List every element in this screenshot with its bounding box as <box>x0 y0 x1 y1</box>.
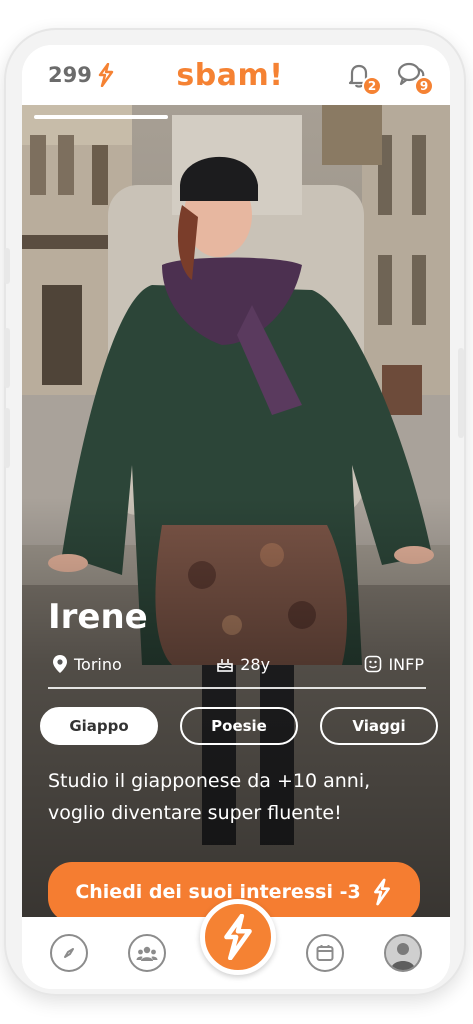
compass-icon <box>64 948 74 958</box>
calendar-icon <box>316 945 334 961</box>
coin-balance[interactable]: 299 <box>48 63 116 87</box>
avatar <box>386 936 420 970</box>
bolt-icon <box>373 878 390 906</box>
side-button <box>4 248 10 284</box>
smiley-icon <box>365 655 382 673</box>
sbam-action-button[interactable] <box>200 899 276 975</box>
coin-count: 299 <box>48 63 92 87</box>
age: 28y <box>216 654 270 674</box>
profile-meta: Torino 28y INFP <box>52 654 424 674</box>
tag-poesie[interactable]: Poesie <box>180 707 298 745</box>
side-button <box>4 408 10 468</box>
power-button <box>458 348 464 438</box>
personality: INFP <box>364 654 424 674</box>
nav-profile-avatar[interactable] <box>384 934 422 972</box>
interest-tags: Giappo Poesie Viaggi <box>40 707 438 745</box>
nav-events[interactable] <box>306 934 344 972</box>
app-logo: sbam! <box>176 57 284 93</box>
city-label: Torino <box>74 654 122 674</box>
age-label: 28y <box>240 654 271 674</box>
bolt-icon <box>98 63 114 87</box>
tag-giappo[interactable]: Giappo <box>40 707 158 745</box>
cake-icon <box>217 659 234 672</box>
notifications-button[interactable]: 2 <box>344 60 382 96</box>
tag-viaggi[interactable]: Viaggi <box>320 707 438 745</box>
nav-explore[interactable] <box>50 934 88 972</box>
bolt-icon <box>224 914 252 960</box>
location: Torino <box>52 654 122 674</box>
people-icon <box>136 946 158 961</box>
profile-photo-card[interactable]: Irene Torino 28y INFP Giappo Poesie Viag… <box>22 105 450 917</box>
notifications-badge: 2 <box>362 76 382 96</box>
chats-badge: 9 <box>414 76 434 96</box>
nav-community[interactable] <box>128 934 166 972</box>
chats-button[interactable]: 9 <box>396 60 434 96</box>
ask-interests-label: Chiedi dei suoi interessi -3 <box>75 881 361 903</box>
top-bar: 299 sbam! 2 9 <box>22 45 450 105</box>
profile-name: Irene <box>48 597 148 637</box>
photo-progress-bar <box>34 115 168 119</box>
profile-bio: Studio il giapponese da +10 anni, voglio… <box>48 770 371 824</box>
side-button <box>4 328 10 388</box>
personality-label: INFP <box>388 654 424 674</box>
meta-divider <box>48 687 426 689</box>
app-screen: 299 sbam! 2 9 Irene Torino 28y INFP Giap… <box>22 45 450 989</box>
location-pin-icon <box>53 655 67 673</box>
